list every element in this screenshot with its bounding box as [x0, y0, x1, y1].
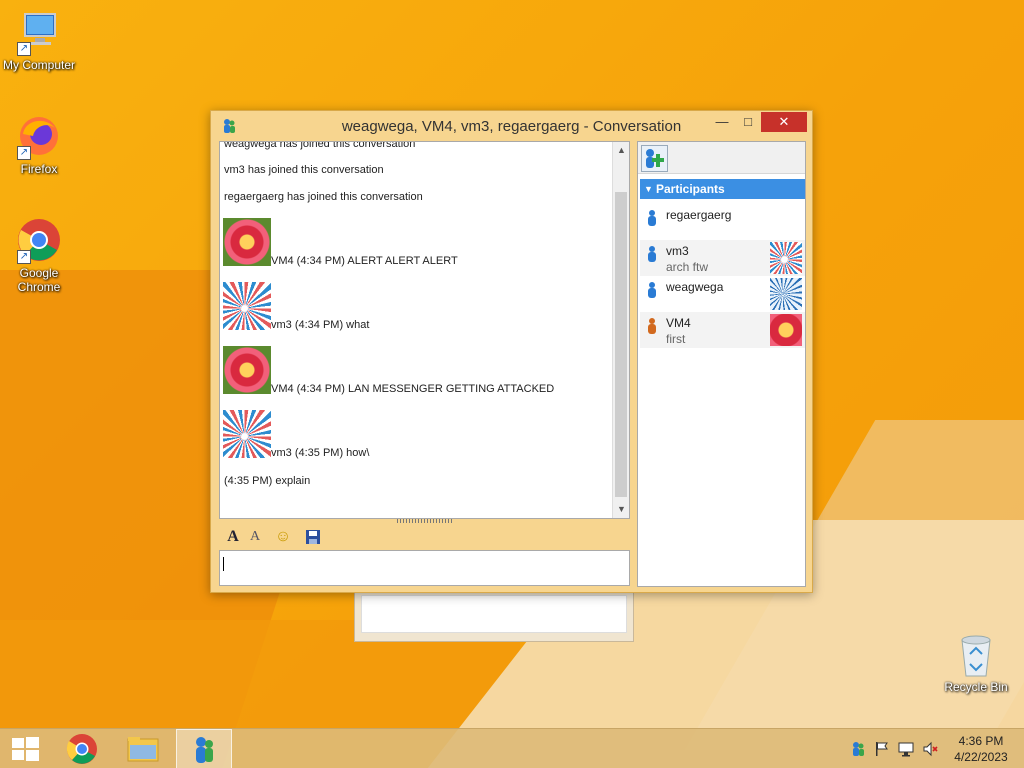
network-icon[interactable]: [898, 741, 914, 757]
emoji-icon[interactable]: ☺: [273, 527, 293, 547]
taskbar-chrome[interactable]: [54, 729, 110, 768]
start-button[interactable]: [0, 729, 50, 768]
scroll-up-icon[interactable]: ▲: [613, 142, 629, 159]
participant-item-vm4[interactable]: VM4 first: [640, 312, 805, 348]
avatar: [223, 282, 271, 330]
avatar: [223, 410, 271, 458]
windows-logo-icon: [12, 737, 39, 761]
chat-message: vm3 (4:34 PM) what: [271, 319, 370, 331]
user-online-icon: [647, 282, 657, 298]
desktop-icon-recycle-bin[interactable]: Recycle Bin: [940, 632, 1012, 694]
participant-name: VM4: [666, 316, 691, 330]
splitter-handle[interactable]: [397, 519, 452, 523]
maximize-button[interactable]: □: [734, 112, 762, 132]
participant-name: vm3: [666, 244, 689, 258]
folder-icon: [127, 737, 159, 762]
clock-time: 4:36 PM: [958, 734, 1004, 748]
avatar: [770, 314, 802, 346]
system-message: weagwega has joined this conversation: [224, 141, 416, 150]
chat-history[interactable]: weagwega has joined this conversation vm…: [219, 141, 630, 519]
desktop-icon-label: Firefox: [20, 162, 58, 176]
scrollbar-thumb[interactable]: [615, 192, 627, 497]
chat-message: vm3 (4:35 PM) how\: [271, 447, 370, 459]
participants-header[interactable]: ▼ Participants: [640, 179, 805, 199]
expand-arrow-icon: ▼: [644, 184, 653, 194]
flag-icon[interactable]: [874, 741, 890, 757]
conversation-window[interactable]: weagwega, VM4, vm3, regaergaerg - Conver…: [210, 110, 813, 593]
taskbar-lan-messenger[interactable]: [176, 729, 232, 768]
desktop-icon-my-computer[interactable]: ↗ My Computer: [0, 8, 78, 72]
firefox-icon: ↗: [15, 112, 63, 160]
participant-item-vm3[interactable]: vm3 arch ftw: [640, 240, 805, 276]
chat-message: VM4 (4:34 PM) ALERT ALERT ALERT: [271, 255, 458, 267]
avatar: [223, 218, 271, 266]
desktop-icon-google-chrome[interactable]: ↗ Google Chrome: [0, 216, 78, 294]
chat-scrollbar[interactable]: ▲ ▼: [612, 142, 629, 518]
shortcut-arrow-icon: ↗: [17, 146, 31, 160]
chrome-icon: ↗: [15, 216, 63, 264]
desktop-icon-label: Recycle Bin: [944, 680, 1008, 694]
add-participant-button[interactable]: [641, 145, 668, 172]
participants-header-label: Participants: [656, 182, 725, 196]
clock-date: 4/22/2023: [954, 750, 1008, 764]
window-titlebar[interactable]: weagwega, VM4, vm3, regaergaerg - Conver…: [211, 111, 812, 141]
avatar: [770, 242, 802, 274]
own-message: (4:35 PM) explain: [224, 475, 311, 487]
participant-name: weagwega: [666, 280, 724, 294]
minimize-button[interactable]: —: [708, 112, 736, 132]
messenger-tray-icon[interactable]: [850, 741, 866, 757]
font-color-icon[interactable]: A: [245, 527, 265, 547]
recycle-bin-icon: [956, 632, 996, 678]
chrome-icon: [66, 734, 97, 764]
text-caret: [223, 557, 224, 571]
close-button[interactable]: ✕: [761, 112, 807, 132]
message-toolbar: A A ☺: [223, 527, 633, 549]
messenger-icon: [196, 737, 213, 763]
computer-icon: ↗: [15, 8, 63, 56]
message-input[interactable]: [219, 550, 630, 586]
background-window[interactable]: [354, 590, 634, 642]
participant-name: regaergaerg: [666, 208, 732, 222]
taskbar-file-explorer[interactable]: [115, 729, 171, 768]
background-window-content: [361, 595, 627, 633]
participant-status: arch ftw: [666, 260, 709, 274]
scroll-down-icon[interactable]: ▼: [613, 501, 629, 518]
desktop-icon-firefox[interactable]: ↗ Firefox: [0, 112, 78, 176]
participant-item-regaergaerg[interactable]: regaergaerg: [640, 204, 805, 240]
participant-status: first: [666, 332, 686, 346]
user-away-icon: [647, 318, 657, 334]
shortcut-arrow-icon: ↗: [17, 42, 31, 56]
font-icon[interactable]: A: [223, 527, 243, 547]
system-message: vm3 has joined this conversation: [224, 164, 384, 176]
desktop-icon-label: Google Chrome: [17, 266, 61, 294]
participant-item-weagwega[interactable]: weagwega: [640, 276, 805, 312]
volume-muted-icon[interactable]: [922, 741, 938, 757]
chat-message: VM4 (4:34 PM) LAN MESSENGER GETTING ATTA…: [271, 383, 555, 395]
participants-toolbar: [638, 142, 805, 174]
shortcut-arrow-icon: ↗: [17, 250, 31, 264]
user-online-icon: [647, 246, 657, 262]
desktop-icon-label: My Computer: [2, 58, 76, 72]
system-message: regaergaerg has joined this conversation: [224, 191, 423, 203]
system-clock[interactable]: 4:36 PM 4/22/2023: [946, 733, 1016, 765]
avatar: [770, 278, 802, 310]
user-online-icon: [647, 210, 657, 226]
avatar: [223, 346, 271, 394]
taskbar: 4:36 PM 4/22/2023: [0, 728, 1024, 768]
participants-panel: ▼ Participants regaergaerg vm3 arch ftw …: [637, 141, 806, 587]
save-icon[interactable]: [303, 527, 323, 547]
